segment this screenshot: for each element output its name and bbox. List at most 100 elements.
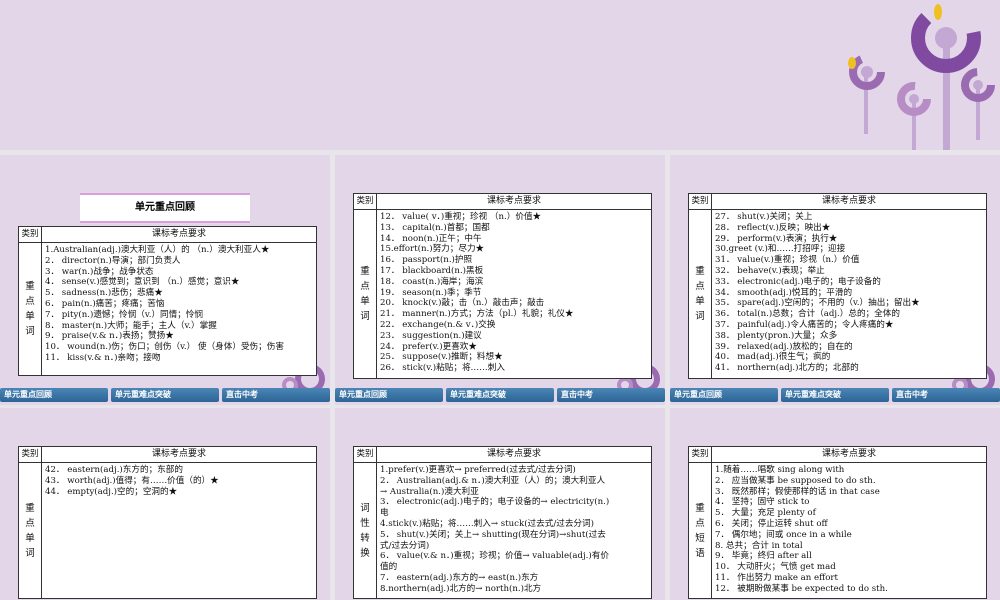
- table-row: 25． suppose(v.)推断；料想★: [380, 352, 503, 363]
- table-row: 40． mad(adj.)很生气；疯的: [715, 352, 831, 363]
- table-row: 16． passport(n.)护照: [380, 255, 473, 266]
- table-row: 6． pain(n.)痛苦；疼痛；苦恼: [45, 298, 165, 309]
- slide-thumbnail-3[interactable]: 类别 课标考点要求 重点单词 12． value( v．)重视；珍视 （n.）价值…: [335, 155, 665, 405]
- table-row: 4． sense(v.)感觉到；意识到 （n.）感觉；意识★: [45, 277, 240, 288]
- table-row: 7． eastern(adj.)东方的→ east(n.)东方: [380, 572, 539, 583]
- table-row: 30.greet (v.)和……打招呼；迎接: [715, 244, 846, 255]
- table-row: 36． total(n.)总数；合计（adj.）总的；全体的: [715, 309, 900, 320]
- nav-button-1[interactable]: 单元重难点突破: [446, 388, 554, 402]
- category-char: 短: [695, 532, 705, 544]
- table-row: 式/过去分词): [380, 540, 430, 551]
- table-row: 1.Australian(adj.)澳大利亚（人）的 （n.）澳大利亚人★: [45, 245, 270, 255]
- category-label: 重点短语: [689, 463, 712, 598]
- table-row: 6． value(v.& n．)重视；珍视；价值→ valuable(adj.)…: [380, 551, 609, 562]
- table-row: 21． manner(n.)方式；方法（pl.）礼貌；礼仪★: [380, 309, 574, 320]
- table-row: 2． 应当做某事 be supposed to do sth.: [715, 475, 876, 486]
- requirements-header: 课标考点要求: [486, 449, 541, 459]
- table-row: 33． electronic(adj.)电子的；电子设备的: [715, 276, 881, 287]
- table-row: 19． season(n.)季；季节: [380, 287, 482, 298]
- table-row: 10． wound(n.)伤；伤口；创伤（v.） 使（身体）受伤；伤害: [45, 342, 284, 353]
- table-header: 类别 课标考点要求: [689, 447, 986, 463]
- nav-button-1[interactable]: 单元重难点突破: [111, 388, 219, 402]
- table-row: → Australia(n.)澳大利亚: [380, 486, 479, 497]
- table-row: 27． shut(v.)关闭；关上: [715, 212, 813, 222]
- table-row: 23． suggestion(n.)建议: [380, 330, 482, 341]
- category-char: 点: [25, 517, 35, 529]
- table-row: 3． war(n.)战争；战争状态: [45, 266, 154, 277]
- table-header: 类别 课标考点要求: [19, 227, 316, 243]
- requirements-header: 课标考点要求: [151, 229, 206, 239]
- table-row: 11． kiss(v.& n．)亲吻；接吻: [45, 352, 161, 363]
- category-label: 重点单词: [354, 210, 377, 378]
- requirements-table: 类别 课标考点要求 重点单词 42． eastern(adj.)东方的；东部的 43…: [18, 446, 317, 599]
- table-row: 44． empty(adj.)空的；空洞的★: [45, 486, 178, 497]
- table-row: 1.随着……唱歌 sing along with: [715, 465, 845, 475]
- category-label: 重点单词: [19, 243, 42, 375]
- category-char: 点: [695, 517, 705, 529]
- category-char: 点: [695, 281, 705, 292]
- table-row: 14． noon(n.)正午；中午: [380, 233, 482, 244]
- nav-button-2[interactable]: 直击中考: [892, 388, 1000, 402]
- decorative-flowers-icon: [848, 3, 995, 150]
- slide-nav-bar: 单元重点回顾 单元重难点突破 直击中考: [335, 388, 665, 402]
- table-row: 26． stick(v.)粘贴；将……刺入: [380, 363, 505, 374]
- section-banner: 单元重点回顾: [80, 193, 250, 223]
- table-row: 3． electronic(adj.)电子的；电子设备的→ electricit…: [380, 497, 610, 508]
- table-row: 8． master(n.)大师；能手；主人（v.）掌握: [45, 320, 217, 331]
- category-header: 类别: [354, 447, 377, 462]
- table-row: 10． 大动肝火；气愤 get mad: [715, 562, 836, 573]
- requirements-table: 类别 课标考点要求 重点单词 1.Australian(adj.)澳大利亚（人）的…: [18, 226, 317, 376]
- table-row: 2． Australian(adj.& n．)澳大利亚（人）的；澳大利亚人: [380, 475, 606, 486]
- category-char: 重: [25, 281, 35, 292]
- category-char: 单: [360, 296, 370, 307]
- nav-button-2[interactable]: 直击中考: [557, 388, 665, 402]
- table-row: 12． value( v．)重视；珍视 （n.）价值★: [380, 212, 542, 222]
- category-char: 词: [360, 311, 370, 322]
- table-row: 15.effort(n.)努力；尽力★: [380, 244, 485, 255]
- nav-button-2[interactable]: 直击中考: [222, 388, 330, 402]
- table-row: 5． shut(v.)关闭；关上→ shutting(现在分词)→shut(过去: [380, 529, 606, 540]
- category-char: 重: [695, 502, 705, 514]
- category-char: 词: [25, 326, 35, 337]
- table-row: 41． northern(adj.)北方的；北部的: [715, 363, 859, 374]
- nav-button-0[interactable]: 单元重点回顾: [335, 388, 443, 402]
- category-char: 点: [360, 281, 370, 292]
- table-row: 35． spare(adj.)空闲的；不用的（v.）抽出；留出★: [715, 298, 920, 309]
- table-row: 11． 作出努力 make an effort: [715, 572, 838, 583]
- table-row: 5． sadness(n.)悲伤；悲痛★: [45, 288, 163, 299]
- table-row: 9． praise(v.& n．)表扬；赞扬★: [45, 331, 174, 342]
- table-row: 9． 毕竟；终归 after all: [715, 551, 812, 562]
- slide-thumbnail-6[interactable]: 类别 课标考点要求 词性转换 1.prefer(v.)更喜欢→ preferred…: [335, 408, 665, 600]
- requirements-table: 类别 课标考点要求 重点单词 12． value( v．)重视；珍视 （n.）价值…: [353, 193, 652, 379]
- table-header: 类别 课标考点要求: [354, 194, 651, 210]
- nav-button-0[interactable]: 单元重点回顾: [670, 388, 778, 402]
- table-row: 39． relaxed(adj.)放松的；自在的: [715, 341, 853, 352]
- slide-thumbnail-7[interactable]: 类别 课标考点要求 重点短语 1.随着……唱歌 sing along with 2．…: [670, 408, 1000, 600]
- table-row: 20． knock(v.)敲；击（n.）敲击声；敲击: [380, 298, 545, 309]
- table-row: 43． worth(adj.)值得；有……价值（的）★: [45, 475, 219, 486]
- table-row: 6． 关闭；停止运转 shut off: [715, 518, 828, 529]
- table-row: 28． reflect(v.)反映；映出★: [715, 222, 831, 233]
- nav-button-0[interactable]: 单元重点回顾: [0, 388, 108, 402]
- category-char: 单: [695, 296, 705, 307]
- slide-nav-bar: 单元重点回顾 单元重难点突破 直击中考: [670, 388, 1000, 402]
- category-label: 词性转换: [354, 463, 377, 598]
- table-row: 13． capital(n.)首都；国都: [380, 222, 490, 233]
- slide-thumbnail-5[interactable]: 类别 课标考点要求 重点单词 42． eastern(adj.)东方的；东部的 43…: [0, 408, 330, 600]
- nav-button-1[interactable]: 单元重难点突破: [781, 388, 889, 402]
- table-row: 42． eastern(adj.)东方的；东部的: [45, 465, 183, 475]
- category-header: 类别: [19, 447, 42, 462]
- table-row: 4.stick(v.)粘贴；将……刺入→ stuck(过去式/过去分词): [380, 518, 594, 529]
- table-row: 电: [380, 508, 389, 519]
- category-char: 语: [695, 547, 705, 559]
- slide-sorter-view: 单元重点回顾 类别 课标考点要求 重点单词 1.Australian(adj.)澳…: [0, 0, 1000, 600]
- category-char: 重: [360, 266, 370, 277]
- slide-thumbnail-2[interactable]: 单元重点回顾 类别 课标考点要求 重点单词 1.Australian(adj.)澳…: [0, 155, 330, 405]
- table-row: 3． 既然那样；假使那样的话 in that case: [715, 486, 880, 497]
- category-char: 词: [695, 311, 705, 322]
- slide-thumbnail-4[interactable]: 类别 课标考点要求 重点单词 27． shut(v.)关闭；关上 28． refle…: [670, 155, 1000, 405]
- requirements-table: 类别 课标考点要求 重点短语 1.随着……唱歌 sing along with 2．…: [688, 446, 987, 599]
- table-row: 24． prefer(v.)更喜欢★: [380, 341, 477, 352]
- category-char: 单: [25, 311, 35, 322]
- previous-slide-thumbnail[interactable]: [0, 0, 1000, 150]
